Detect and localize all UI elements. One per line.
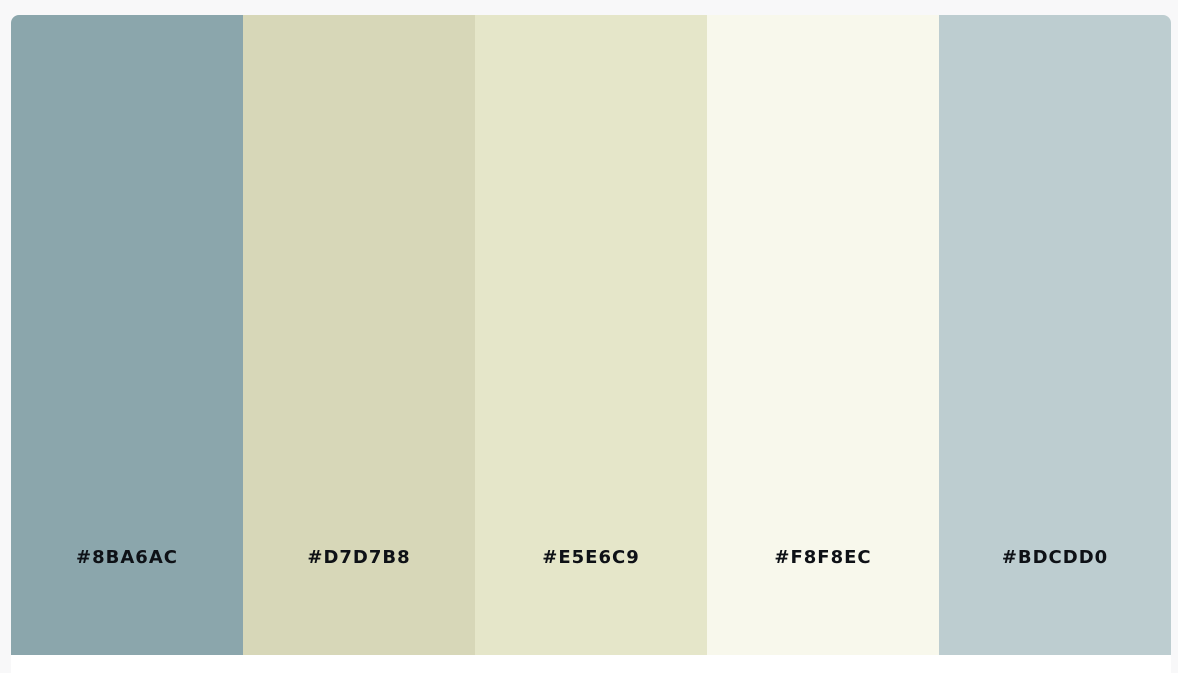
hex-code-label[interactable]: #D7D7B8 [243,547,475,568]
color-swatch-2[interactable]: #D7D7B8 [243,15,475,655]
color-swatch-1[interactable]: #8BA6AC [11,15,243,655]
color-palette: #8BA6AC #D7D7B8 #E5E6C9 #F8F8EC #BDCDD0 [11,15,1171,655]
palette-card: #8BA6AC #D7D7B8 #E5E6C9 #F8F8EC #BDCDD0 [11,15,1171,673]
hex-code-label[interactable]: #F8F8EC [707,547,939,568]
card-footer [11,655,1171,673]
color-swatch-4[interactable]: #F8F8EC [707,15,939,655]
color-swatch-3[interactable]: #E5E6C9 [475,15,707,655]
hex-code-label[interactable]: #BDCDD0 [939,547,1171,568]
hex-code-label[interactable]: #E5E6C9 [475,547,707,568]
hex-code-label[interactable]: #8BA6AC [11,547,243,568]
color-swatch-5[interactable]: #BDCDD0 [939,15,1171,655]
